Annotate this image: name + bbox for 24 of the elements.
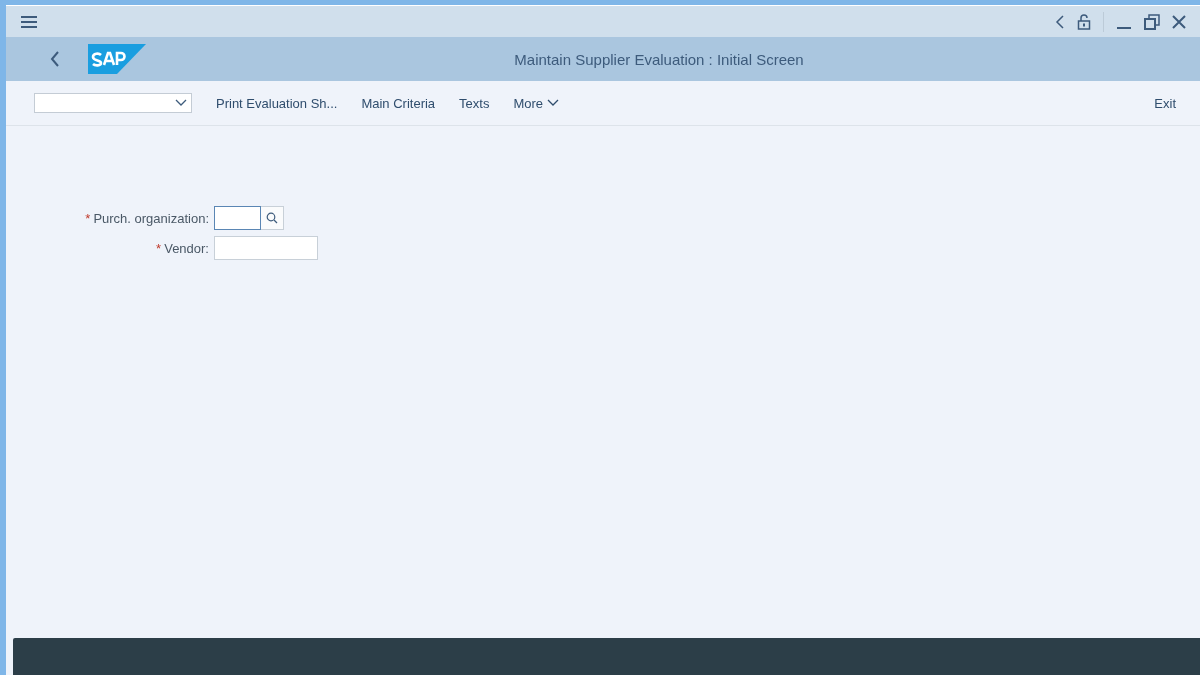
restore-icon[interactable] (1144, 13, 1160, 30)
lock-icon[interactable] (1077, 13, 1091, 30)
menu-icon[interactable] (20, 14, 38, 29)
toolbar-button[interactable]: Print Evaluation Sh... (216, 95, 338, 111)
value-help-button[interactable] (261, 206, 284, 230)
window-title: Maintain Supplier Evaluation : Initial Screen (513, 50, 805, 68)
field-label: Purch. organization: (93, 210, 209, 226)
close-icon[interactable] (1172, 14, 1186, 29)
search-icon (266, 212, 278, 224)
input-field[interactable] (214, 206, 261, 230)
toolbar-button[interactable]: Texts (459, 95, 490, 111)
logo-icon (88, 44, 146, 74)
chevron-icon (547, 99, 560, 107)
back-icon[interactable] (1055, 13, 1065, 30)
field-label: Vendor: (164, 240, 209, 256)
input-field[interactable] (214, 236, 318, 260)
toolbar-button[interactable]: Main Criteria (361, 95, 436, 111)
dropdown-field[interactable] (34, 93, 192, 113)
more-menu-button[interactable]: More (513, 95, 560, 111)
required-mark: * (156, 240, 162, 256)
exit-button[interactable]: Exit (1154, 95, 1176, 111)
chevron-icon (175, 99, 187, 107)
required-mark: * (85, 210, 91, 226)
back-button[interactable] (50, 50, 60, 68)
